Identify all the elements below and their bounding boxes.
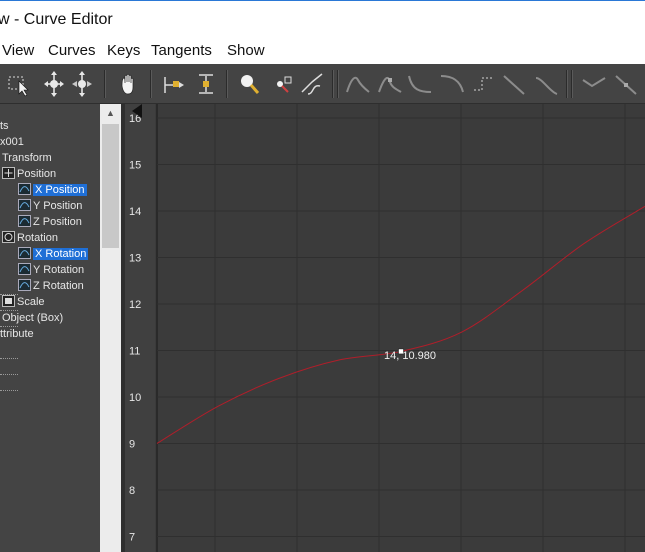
tangent-break-icon[interactable] — [580, 68, 608, 100]
tree-item-label: Object (Box) — [2, 312, 64, 324]
tree-connector — [0, 358, 18, 359]
scroll-thumb[interactable] — [102, 124, 119, 248]
menu-show[interactable]: Show — [227, 42, 265, 59]
tree-item-label: Y Position — [33, 200, 83, 212]
zoom-icon[interactable] — [236, 68, 264, 100]
menu-tangents[interactable]: Tangents — [151, 42, 212, 59]
move-keys-icon[interactable] — [40, 68, 68, 100]
y-tick-label: 15 — [129, 160, 141, 172]
tree-item-label: Rotation — [17, 232, 58, 244]
tangent-auto-icon[interactable] — [344, 68, 372, 100]
key-value-readout: 14, 10.980 — [384, 350, 436, 362]
tree-item[interactable]: X Position — [18, 182, 87, 198]
controller-icon — [18, 279, 31, 291]
controller-icon — [18, 247, 31, 259]
tree-item-label: X Position — [33, 184, 87, 196]
tree-connector — [0, 374, 18, 375]
rotation-icon — [2, 231, 15, 243]
frame-marker-icon[interactable] — [132, 104, 142, 118]
tree-item-label: Transform — [2, 152, 52, 164]
toolbar — [0, 64, 645, 104]
toolbar-separator — [226, 70, 228, 98]
scale-icon — [2, 295, 15, 307]
tree-item-label: Position — [17, 168, 57, 180]
tree-item-label: Scale — [17, 296, 45, 308]
tangent-fast-icon[interactable] — [406, 68, 434, 100]
y-tick-label: 8 — [129, 485, 135, 497]
menu-view[interactable]: View — [2, 42, 34, 59]
menu-bar: View Curves Keys Tangents Show — [0, 38, 645, 64]
select-region-icon[interactable] — [4, 68, 32, 100]
tangent-smooth-icon[interactable] — [532, 68, 560, 100]
tree-item[interactable]: Rotation — [2, 230, 58, 246]
tree-item[interactable]: Object (Box) — [2, 310, 63, 326]
tree-item-label: Z Rotation — [33, 280, 84, 292]
tree-item[interactable]: Z Position — [18, 214, 82, 230]
y-tick-label: 11 — [129, 346, 140, 358]
zoom-region-icon[interactable] — [268, 68, 296, 100]
tangent-unify-icon[interactable] — [612, 68, 640, 100]
tree-item[interactable]: x001 — [0, 134, 24, 150]
tangent-slow-icon[interactable] — [438, 68, 466, 100]
y-tick-label: 14 — [129, 206, 141, 218]
toolbar-separator — [104, 70, 106, 98]
controller-tree: ts x001 Transform Position X Position Y Posit… — [0, 104, 100, 552]
move-keys-horizontal-icon[interactable] — [68, 68, 96, 100]
tree-item[interactable]: ts — [0, 118, 9, 134]
tree-item[interactable]: X Rotation — [18, 246, 89, 262]
tree-item-label: X Rotation — [33, 248, 89, 260]
position-icon — [2, 167, 15, 179]
tree-item-label: Z Position — [33, 216, 82, 228]
toolbar-separator — [566, 70, 568, 98]
toolbar-separator — [337, 70, 339, 98]
y-tick-label: 10 — [129, 392, 141, 404]
tree-item[interactable]: Z Rotation — [18, 278, 84, 294]
y-tick-label: 9 — [129, 439, 135, 451]
tree-item[interactable]: Y Position — [18, 198, 82, 214]
tangent-linear-icon[interactable] — [500, 68, 528, 100]
y-tick-label: 12 — [129, 299, 141, 311]
title-bar: w - Curve Editor — [0, 0, 645, 38]
tree-item[interactable]: Transform — [2, 150, 52, 166]
tree-scrollbar[interactable]: ▲ — [100, 104, 121, 552]
tree-item-label: Y Rotation — [33, 264, 85, 276]
tree-item[interactable]: Scale — [2, 294, 45, 310]
tree-connector — [0, 390, 18, 391]
controller-icon — [18, 183, 31, 195]
tree-item[interactable]: ttribute — [0, 326, 34, 342]
scroll-up-arrow-icon[interactable]: ▲ — [100, 104, 121, 122]
toolbar-separator — [332, 70, 334, 98]
toolbar-separator — [571, 70, 573, 98]
slide-keys-icon[interactable] — [160, 68, 188, 100]
tree-item-label: ts — [0, 120, 9, 132]
tree-item-label: x001 — [0, 136, 24, 148]
tree-item-label: ttribute — [0, 328, 34, 340]
tangent-spline-icon[interactable] — [376, 68, 404, 100]
tree-item[interactable]: Position — [2, 166, 56, 182]
toolbar-separator — [150, 70, 152, 98]
curve-tool-icon[interactable] — [298, 68, 326, 100]
curve-graph[interactable]: 16 15 14 13 12 11 10 9 8 7 14, 10.980 — [125, 104, 645, 552]
menu-keys[interactable]: Keys — [107, 42, 140, 59]
scale-keys-icon[interactable] — [192, 68, 220, 100]
menu-curves[interactable]: Curves — [48, 42, 96, 59]
controller-icon — [18, 215, 31, 227]
tangent-step-icon[interactable] — [470, 68, 498, 100]
window-title: w - Curve Editor — [0, 11, 113, 28]
controller-icon — [18, 263, 31, 275]
y-tick-label: 7 — [129, 532, 135, 544]
controller-icon — [18, 199, 31, 211]
graph-background — [125, 104, 645, 552]
y-tick-label: 13 — [129, 253, 141, 265]
curve-graph-canvas[interactable]: 16151413121110987 — [125, 104, 645, 552]
tree-item[interactable]: Y Rotation — [18, 262, 84, 278]
pan-hand-icon[interactable] — [114, 68, 142, 100]
